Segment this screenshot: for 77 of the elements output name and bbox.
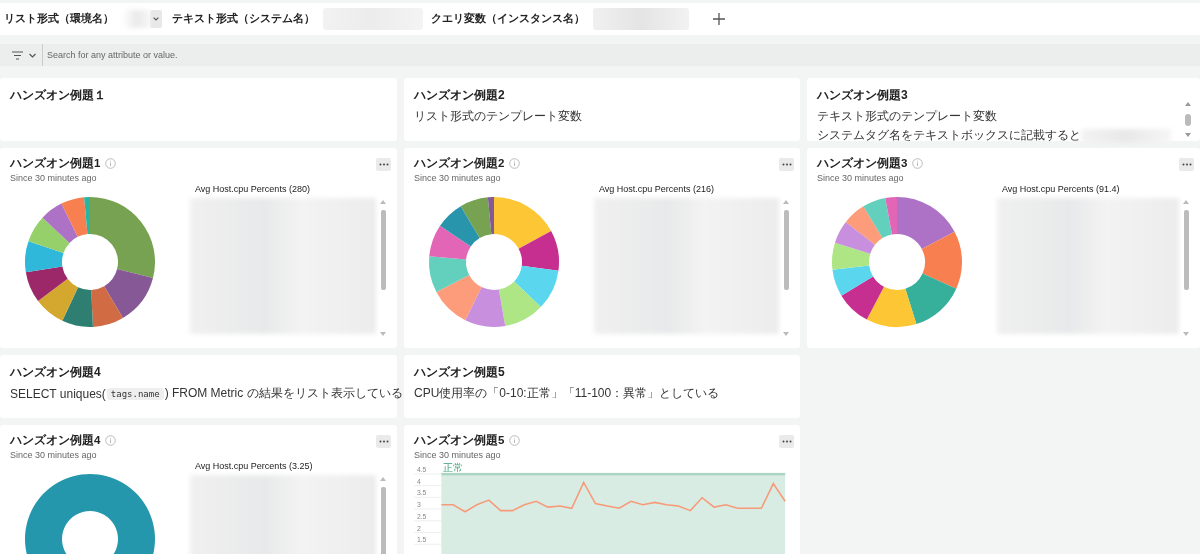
donut-slice [465,287,506,327]
info-icon [509,435,521,446]
time-range-text: Since 30 minutes ago [10,173,98,183]
description-text: システムタグ名をテキストボックスに記載すると [817,127,1081,144]
donut-slice [436,274,482,321]
donut-slice [25,266,68,302]
legend-title: Avg Host.cpu Percents (280) [195,184,311,194]
description-text: テキスト形式のテンプレート変数 [817,108,997,125]
search-field[interactable]: Search for any attribute or value. [43,44,1200,66]
donut-slice [832,265,874,296]
threshold-label: 正常 [443,461,464,473]
card-heading: ハンズオン例題3 [817,87,909,104]
caret-icon [29,52,36,58]
widget-title: ハンズオン例題1 [10,156,101,171]
info-icon [105,158,117,169]
legend-title: Avg Host.cpu Percents (91.4) [1002,184,1121,194]
widget-title: ハンズオン例題4 [10,433,101,448]
time-range-text: Since 30 minutes ago [817,173,905,183]
donut-slice [514,265,559,308]
more-button[interactable] [779,435,794,448]
widget-title: ハンズオン例題3 [817,156,908,171]
donut-slice [25,241,64,273]
code-snippet: tags.name [106,387,164,400]
donut-slice [498,281,541,326]
ellipsis-icon [378,163,389,166]
ellipsis-icon [781,163,792,166]
time-range-text: Since 30 minutes ago [10,450,98,460]
donut-slice [866,286,917,327]
time-range-text: Since 30 minutes ago [414,173,502,183]
description-text: リスト形式のテンプレート変数 [414,108,582,125]
plus-icon [713,13,725,25]
card-heading: ハンズオン例題１ [10,87,107,104]
info-icon [509,158,521,169]
donut-slice [38,278,79,321]
donut-slice [429,256,470,293]
description-text: SELECT uniques( [10,386,106,401]
more-button[interactable] [376,435,391,448]
donut-slice [440,206,480,247]
donut-slice [518,231,559,271]
filter-icon [12,50,23,60]
donut-slice [921,231,962,289]
donut-slice [62,287,93,327]
scrollbar[interactable] [1182,198,1190,338]
donut-slice [905,273,957,325]
filter-button[interactable] [0,44,43,66]
ellipsis-icon [781,440,792,443]
description-text: CPU使用率の「0-10:正常」「11-100：異常」としている [414,385,720,402]
widget-title: ハンズオン例題5 [414,433,505,448]
scrollbar[interactable] [379,198,387,338]
donut-slice [841,276,884,320]
variable-label: クエリ変数（インスタンス名） [431,12,585,26]
donut-slice [42,203,78,243]
donut-slice [845,206,883,245]
donut-slice [832,242,871,270]
widget-title: ハンズオン例題2 [414,156,505,171]
info-icon [105,435,117,446]
description-text: ) FROM Metric の結果をリスト表示している [164,385,403,402]
card-heading: ハンズオン例題2 [414,87,506,104]
card-heading: ハンズオン例題5 [414,364,506,381]
info-icon [912,158,924,169]
card-heading: ハンズオン例題4 [10,364,102,381]
donut-slice [834,221,875,254]
variable-label: テキスト形式（システム名） [172,12,315,26]
time-range-text: Since 30 minutes ago [414,450,502,460]
dropdown-field[interactable] [122,8,164,30]
more-button[interactable] [1179,158,1194,171]
caret-icon [150,10,162,28]
ellipsis-icon [378,440,389,443]
scrollbar[interactable] [782,198,790,338]
ellipsis-icon [1181,163,1192,166]
variable-label: リスト形式（環境名） [4,12,114,26]
more-button[interactable] [779,158,794,171]
legend-title: Avg Host.cpu Percents (3.25) [195,461,314,471]
donut-slice [429,225,471,260]
text-field[interactable] [593,8,689,30]
legend-title: Avg Host.cpu Percents (216) [599,184,715,194]
more-button[interactable] [376,158,391,171]
